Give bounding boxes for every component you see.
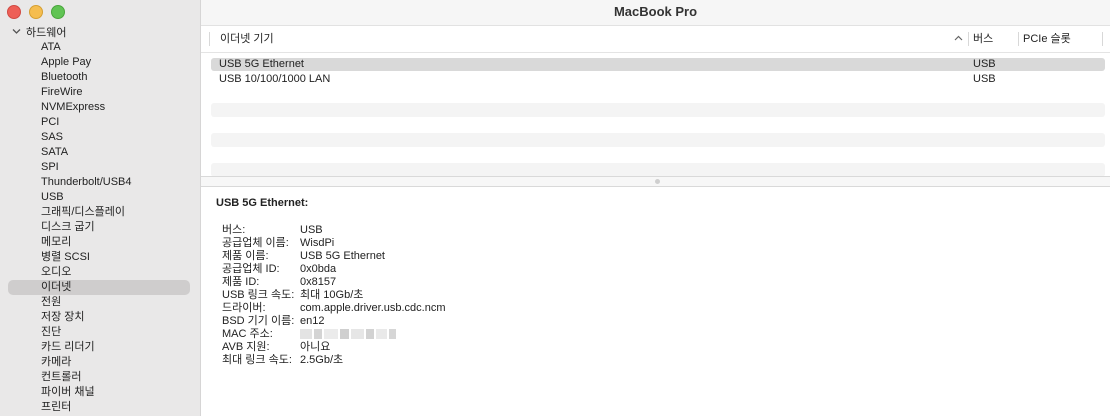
detail-field: USB 링크 속도: 최대 10Gb/초 — [216, 289, 363, 302]
bus-cell: USB — [973, 73, 996, 85]
field-value: 2.5Gb/초 — [300, 354, 344, 366]
sidebar-item-ethernet[interactable]: 이더넷 — [8, 280, 190, 295]
window-title: MacBook Pro — [201, 0, 1110, 26]
device-table: USB 5G Ethernet USB USB 10/100/1000 LAN … — [211, 58, 1105, 88]
sidebar-item-audio[interactable]: 오디오 — [8, 265, 190, 280]
sidebar-item-graphics[interactable]: 그래픽/디스플레이 — [8, 205, 190, 220]
field-value: 0x0bda — [300, 263, 337, 275]
field-value: 0x8157 — [300, 276, 337, 288]
main-pane: MacBook Pro 이더넷 기기 버스 PCIe 슬롯 USB 5G Eth… — [201, 0, 1110, 416]
column-header-device[interactable]: 이더넷 기기 — [220, 26, 274, 52]
empty-row-stripe — [211, 163, 1105, 177]
sidebar-item-printers[interactable]: 프린터 — [8, 400, 190, 415]
field-label: 드라이버: — [222, 302, 266, 314]
column-separator — [209, 32, 210, 46]
detail-field: 제품 ID: 0x8157 — [216, 276, 336, 289]
sidebar-item-disc-burning[interactable]: 디스크 굽기 — [8, 220, 190, 235]
detail-title: USB 5G Ethernet: — [216, 197, 309, 209]
detail-field: 공급업체 ID: 0x0bda — [216, 263, 336, 276]
detail-field: BSD 기기 이름: en12 — [216, 315, 324, 328]
table-row[interactable]: USB 10/100/1000 LAN USB — [211, 73, 1105, 86]
sidebar-item-parallel-scsi[interactable]: 병렬 SCSI — [8, 250, 190, 265]
sidebar-item-nvmexpress[interactable]: NVMExpress — [8, 100, 190, 115]
minimize-window-button[interactable] — [29, 5, 43, 19]
empty-row-stripe — [211, 133, 1105, 147]
column-separator[interactable] — [1102, 32, 1103, 46]
split-view-divider[interactable] — [201, 176, 1110, 187]
field-value: en12 — [300, 315, 325, 327]
table-row[interactable]: USB 5G Ethernet USB — [211, 58, 1105, 71]
sort-ascending-icon[interactable] — [954, 26, 963, 52]
device-name-cell: USB 10/100/1000 LAN — [219, 73, 331, 85]
column-header-bus[interactable]: 버스 — [973, 26, 993, 52]
field-label: BSD 기기 이름: — [222, 315, 295, 327]
detail-field: MAC 주소: — [216, 328, 396, 341]
column-separator[interactable] — [1018, 32, 1019, 46]
column-separator[interactable] — [968, 32, 969, 46]
detail-field: 공급업체 이름: WisdPi — [216, 237, 334, 250]
field-label: 최대 링크 속도: — [222, 354, 292, 366]
sidebar-item-bluetooth[interactable]: Bluetooth — [8, 70, 190, 85]
sidebar-item-fibre-channel[interactable]: 파이버 채널 — [8, 385, 190, 400]
window-controls — [7, 5, 65, 19]
field-label: 제품 ID: — [222, 276, 260, 288]
chevron-down-icon[interactable] — [12, 25, 22, 39]
sidebar-item-thunderbolt[interactable]: Thunderbolt/USB4 — [8, 175, 190, 190]
sidebar-item-ata[interactable]: ATA — [8, 40, 190, 55]
mac-address-redacted — [300, 328, 396, 342]
sidebar-item-memory[interactable]: 메모리 — [8, 235, 190, 250]
column-header-pcie-slot[interactable]: PCIe 슬롯 — [1023, 26, 1071, 52]
field-label: USB 링크 속도: — [222, 289, 295, 301]
sidebar: 하드웨어 ATA Apple Pay Bluetooth FireWire NV… — [0, 0, 201, 416]
field-value: WisdPi — [300, 237, 335, 249]
sidebar-item-card-reader[interactable]: 카드 리더기 — [8, 340, 190, 355]
field-value: 최대 10Gb/초 — [300, 289, 364, 301]
sidebar-item-apple-pay[interactable]: Apple Pay — [8, 55, 190, 70]
table-header: 이더넷 기기 버스 PCIe 슬롯 — [201, 26, 1110, 53]
field-label: 제품 이름: — [222, 250, 269, 262]
sidebar-item-controller[interactable]: 컨트롤러 — [8, 370, 190, 385]
field-label: 공급업체 ID: — [222, 263, 280, 275]
sidebar-section-hardware[interactable]: 하드웨어 — [12, 25, 66, 39]
field-label: MAC 주소: — [222, 328, 273, 340]
sidebar-item-sas[interactable]: SAS — [8, 130, 190, 145]
detail-field: AVB 지원: 아니요 — [216, 341, 330, 354]
sidebar-item-spi[interactable]: SPI — [8, 160, 190, 175]
sidebar-item-pci[interactable]: PCI — [8, 115, 190, 130]
field-label: 공급업체 이름: — [222, 237, 289, 249]
sidebar-item-storage[interactable]: 저장 장치 — [8, 310, 190, 325]
empty-row-stripe — [211, 103, 1105, 117]
sidebar-item-usb[interactable]: USB — [8, 190, 190, 205]
bus-cell: USB — [973, 58, 996, 70]
field-value: com.apple.driver.usb.cdc.ncm — [300, 302, 446, 314]
sidebar-item-power[interactable]: 전원 — [8, 295, 190, 310]
detail-field: 최대 링크 속도: 2.5Gb/초 — [216, 354, 343, 367]
divider-handle-icon[interactable] — [655, 179, 660, 184]
sidebar-item-sata[interactable]: SATA — [8, 145, 190, 160]
sidebar-item-diagnostics[interactable]: 진단 — [8, 325, 190, 340]
detail-field: 제품 이름: USB 5G Ethernet — [216, 250, 385, 263]
field-value: 아니요 — [300, 341, 331, 353]
close-window-button[interactable] — [7, 5, 21, 19]
field-label: AVB 지원: — [222, 341, 270, 353]
redaction-blur — [300, 329, 396, 339]
detail-field: 드라이버: com.apple.driver.usb.cdc.ncm — [216, 302, 446, 315]
sidebar-item-camera[interactable]: 카메라 — [8, 355, 190, 370]
sidebar-section-label: 하드웨어 — [26, 27, 67, 39]
field-value: USB — [300, 224, 323, 236]
detail-pane: USB 5G Ethernet: 버스: USB 공급업체 이름: WisdPi 제… — [216, 196, 446, 367]
detail-field: 버스: USB — [216, 224, 323, 237]
sidebar-item-firewire[interactable]: FireWire — [8, 85, 190, 100]
field-value: USB 5G Ethernet — [300, 250, 385, 262]
sidebar-list: ATA Apple Pay Bluetooth FireWire NVMExpr… — [0, 40, 200, 415]
zoom-window-button[interactable] — [51, 5, 65, 19]
field-label: 버스: — [222, 224, 246, 236]
device-name-cell: USB 5G Ethernet — [219, 58, 304, 70]
